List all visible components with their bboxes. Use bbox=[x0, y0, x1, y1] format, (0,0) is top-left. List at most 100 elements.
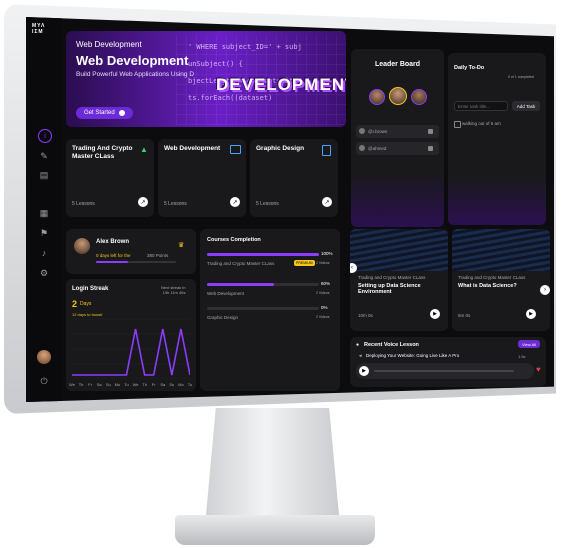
open-arrow-icon[interactable]: ↗ bbox=[138, 197, 148, 207]
lesson-count: 5 Lessons bbox=[72, 201, 95, 207]
completion-bar bbox=[207, 253, 319, 256]
streak-days-unit: Days bbox=[80, 301, 92, 307]
avatar[interactable] bbox=[369, 89, 385, 105]
course-card[interactable]: Graphic Design 5 Lessons ↗ bbox=[250, 139, 338, 217]
video-thumbnail[interactable] bbox=[350, 229, 448, 271]
course-card[interactable]: Trading And Crypto Master CLass ▲ 5 Less… bbox=[66, 139, 154, 217]
audio-progress[interactable] bbox=[374, 370, 514, 372]
streak-text: 0 days left for the bbox=[96, 253, 131, 258]
leaderboard-row[interactable]: @r.brown bbox=[356, 125, 439, 138]
streak-note: 12 days to boost! bbox=[72, 312, 103, 317]
playback-speed[interactable]: 1.5x bbox=[518, 354, 526, 359]
video-duration: 10m 0s bbox=[358, 313, 373, 318]
completion-pct: 100% bbox=[321, 251, 333, 256]
play-icon[interactable]: ▶ bbox=[526, 309, 536, 319]
course-title: Trading And Crypto Master CLass bbox=[72, 145, 133, 160]
day-label: Tu bbox=[187, 382, 193, 387]
audio-player: ▶ 1.5x bbox=[356, 354, 534, 379]
code-line: unSubject() { bbox=[188, 60, 243, 68]
document-icon bbox=[322, 145, 331, 156]
video-card[interactable]: ‹ Trading and Crypto Master CLass Settin… bbox=[350, 229, 448, 331]
video-duration: 5m 0s bbox=[458, 313, 471, 318]
completion-bar bbox=[207, 307, 319, 310]
hero-banner: ' WHERE subject_ID=' + subj unSubject() … bbox=[66, 31, 346, 127]
heart-icon[interactable]: ♥ bbox=[536, 365, 541, 374]
track-title: Deploying Your Website: Going Live Like … bbox=[366, 353, 460, 358]
document-icon[interactable]: ▤ bbox=[38, 169, 50, 181]
speaker-icon: ◄ bbox=[358, 353, 363, 358]
avatar[interactable] bbox=[37, 350, 51, 364]
get-started-label: Get Started bbox=[84, 110, 115, 116]
streak-line-chart bbox=[72, 319, 190, 379]
video-category: Trading and Crypto Master CLass bbox=[458, 275, 526, 280]
premium-badge: PREMIUM bbox=[294, 260, 315, 266]
todo-panel: Daily To-Do 0 of 1 completed Add Task wa… bbox=[448, 53, 546, 225]
day-label: Fr bbox=[151, 382, 156, 387]
monitor-stand bbox=[205, 408, 340, 526]
course-title: Graphic Design bbox=[256, 145, 305, 152]
view-all-button[interactable]: View All bbox=[518, 340, 540, 348]
monitor-foot bbox=[175, 515, 375, 545]
video-count: 2 Videos bbox=[316, 261, 330, 265]
next-streak: Next streak in 15h 11m 46s bbox=[161, 285, 186, 295]
day-label: Su bbox=[169, 382, 175, 387]
completion-bar-fill bbox=[207, 253, 319, 256]
avatar bbox=[359, 128, 365, 134]
add-task-button[interactable]: Add Task bbox=[512, 101, 540, 111]
monitor-icon bbox=[230, 145, 241, 154]
bookmark-icon[interactable]: ⚑ bbox=[38, 227, 50, 239]
gear-icon[interactable]: ⚙ bbox=[38, 267, 50, 279]
dashboard-screen: ΜΥΛ ΙΣΜ i ✎ ▤ ▦ ⚑ ♪ ⚙ ⏻ ' WHERE subject_… bbox=[26, 17, 554, 402]
avatar[interactable] bbox=[389, 87, 407, 105]
prev-arrow-icon[interactable]: ‹ bbox=[350, 263, 357, 273]
profile-card: Alex Brown 0 days left for the 380 Point… bbox=[66, 229, 196, 274]
play-icon[interactable]: ▶ bbox=[430, 309, 440, 319]
completion-bar bbox=[207, 283, 319, 286]
completion-bar-fill bbox=[207, 283, 275, 286]
points-text: 380 Points bbox=[147, 253, 169, 258]
badge-icon bbox=[428, 129, 433, 134]
day-label: Tu bbox=[124, 382, 129, 387]
open-arrow-icon[interactable]: ↗ bbox=[322, 197, 332, 207]
video-card[interactable]: Trading and Crypto Master CLass What is … bbox=[452, 229, 550, 331]
brand-logo: ΜΥΛ ΙΣΜ bbox=[32, 23, 46, 35]
avatar bbox=[359, 145, 365, 151]
next-arrow-icon[interactable]: › bbox=[540, 285, 550, 295]
sidebar: ΜΥΛ ΙΣΜ i ✎ ▤ ▦ ⚑ ♪ ⚙ ⏻ bbox=[26, 17, 62, 402]
play-icon[interactable]: ▶ bbox=[359, 366, 369, 376]
info-icon[interactable]: i bbox=[38, 129, 52, 143]
task-checkbox[interactable] bbox=[454, 121, 461, 128]
task-label: walking out of 5 am bbox=[462, 121, 501, 126]
avatar[interactable] bbox=[411, 89, 427, 105]
grid-icon[interactable]: ▦ bbox=[38, 207, 50, 219]
leaderboard-row[interactable]: @ahmed bbox=[356, 142, 439, 155]
avatar[interactable] bbox=[74, 238, 90, 254]
power-icon[interactable]: ⏻ bbox=[38, 375, 50, 387]
leaderboard-panel: Leader Board @r.brown @ahmed bbox=[351, 49, 444, 227]
get-started-button[interactable]: Get Started bbox=[76, 107, 133, 119]
task-title-input[interactable] bbox=[454, 101, 508, 111]
chart-up-icon: ▲ bbox=[140, 145, 148, 154]
course-name: Web Development bbox=[207, 291, 244, 296]
video-title: Setting up Data Science Environment bbox=[358, 283, 421, 295]
streak-day-labels: We Th Fr Sa Su Mo Tu We Th Fr Sa Su Mo Tu bbox=[69, 382, 193, 388]
video-thumbnail[interactable] bbox=[452, 229, 550, 271]
course-title: Web Development bbox=[164, 145, 221, 152]
open-arrow-icon[interactable]: ↗ bbox=[230, 197, 240, 207]
course-card[interactable]: Web Development 5 Lessons ↗ bbox=[158, 139, 246, 217]
video-count: 2 Videos bbox=[316, 315, 330, 319]
trophy-icon: ♛ bbox=[178, 242, 185, 249]
leader-name: @r.brown bbox=[368, 129, 388, 134]
edit-icon[interactable]: ✎ bbox=[38, 150, 50, 162]
points-progress-fill bbox=[96, 261, 128, 263]
leaderboard-title: Leader Board bbox=[374, 61, 421, 68]
arrow-icon bbox=[118, 110, 125, 116]
video-count: 2 Videos bbox=[316, 291, 330, 295]
hero-eyebrow: Web Development bbox=[76, 40, 142, 49]
badge-icon bbox=[428, 146, 433, 151]
day-label: Fr bbox=[88, 382, 93, 387]
day-label: We bbox=[69, 382, 75, 387]
bell-icon[interactable]: ♪ bbox=[38, 247, 50, 259]
hero-code: ' WHERE subject_ID=' + subj unSubject() … bbox=[188, 39, 302, 107]
hero-subtitle: Build Powerful Web Applications Using D bbox=[76, 71, 195, 78]
